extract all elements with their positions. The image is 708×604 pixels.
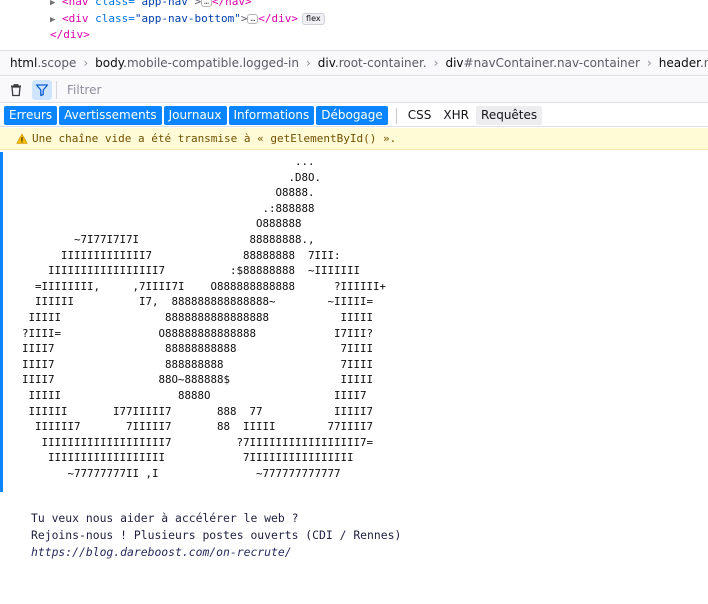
console-toolbar — [0, 77, 708, 103]
message-line: Tu veux nous aider à accélérer le web ? — [31, 511, 299, 525]
filter-input[interactable] — [65, 81, 369, 98]
toolbar-divider — [56, 80, 57, 99]
markup-view: ▶ <nav class="app-nav">… </nav> ▶ <div clas… — [0, 0, 708, 48]
breadcrumb-item-nav-container[interactable]: div#navContainer.nav-container — [445, 56, 639, 70]
trash-icon[interactable] — [6, 80, 26, 100]
filter-xhr-button[interactable]: XHR — [438, 106, 474, 125]
console-log-message[interactable]: Tu veux nous aider à accélérer le web ? … — [31, 510, 401, 561]
warning-icon — [16, 132, 28, 144]
warning-text: Une chaîne vide a été transmise à « getE… — [32, 132, 397, 145]
breadcrumb-separator-icon: › — [433, 56, 439, 70]
console-log-entry[interactable]: ... .D8O. O8888. .:888888 O888888 ~7I77I… — [0, 150, 708, 492]
filter-css-button[interactable]: CSS — [403, 106, 437, 125]
flex-badge[interactable]: flex — [302, 13, 325, 25]
ascii-art-logo: ... .D8O. O8888. .:888888 O888888 ~7I77I… — [22, 155, 387, 480]
filter-requests-button[interactable]: Requêtes — [476, 106, 543, 125]
filter-logs-button[interactable]: Journaux — [163, 106, 227, 125]
breadcrumb-item-body[interactable]: body.mobile-compatible.logged-in — [95, 56, 299, 70]
filter-info-button[interactable]: Informations — [228, 106, 315, 125]
breadcrumb-separator-icon: › — [305, 56, 311, 70]
expand-arrow-icon[interactable]: ▶ — [50, 0, 62, 11]
breadcrumb-separator-icon: › — [646, 56, 652, 70]
filter-debug-button[interactable]: Débogage — [316, 106, 388, 125]
dom-node-nav[interactable]: ▶ <nav class="app-nav">… </nav> — [50, 0, 252, 11]
dom-node-closing-div: </div> — [50, 28, 90, 41]
recruitment-link[interactable]: https://blog.dareboost.com/on-recrute/ — [31, 544, 401, 561]
expand-arrow-icon[interactable]: ▶ — [50, 12, 62, 28]
filter-divider — [395, 107, 397, 124]
message-line: Rejoins-nous ! Plusieurs postes ouverts … — [31, 528, 402, 542]
breadcrumb-item-header[interactable]: header.nav-header — [659, 56, 708, 70]
ellipsis-badge[interactable]: … — [247, 14, 259, 24]
breadcrumb-item-html[interactable]: html.scope — [10, 56, 76, 70]
ellipsis-badge[interactable]: … — [201, 0, 212, 7]
filter-icon[interactable] — [32, 79, 52, 100]
breadcrumb-item-root-container[interactable]: div.root-container. — [318, 56, 427, 70]
breadcrumb-separator-icon: › — [83, 56, 89, 70]
filter-warnings-button[interactable]: Avertissements — [59, 106, 162, 125]
log-category-filters: Erreurs Avertissements Journaux Informat… — [0, 105, 708, 127]
console-warning-message[interactable]: Une chaîne vide a été transmise à « getE… — [0, 128, 708, 150]
filter-errors-button[interactable]: Erreurs — [4, 106, 58, 125]
dom-node-nav-bottom[interactable]: ▶ <div class="app-nav-bottom">… </div> flex — [50, 11, 325, 28]
log-entry-marker — [0, 152, 3, 492]
breadcrumb: html.scope › body.mobile-compatible.logg… — [0, 50, 708, 76]
